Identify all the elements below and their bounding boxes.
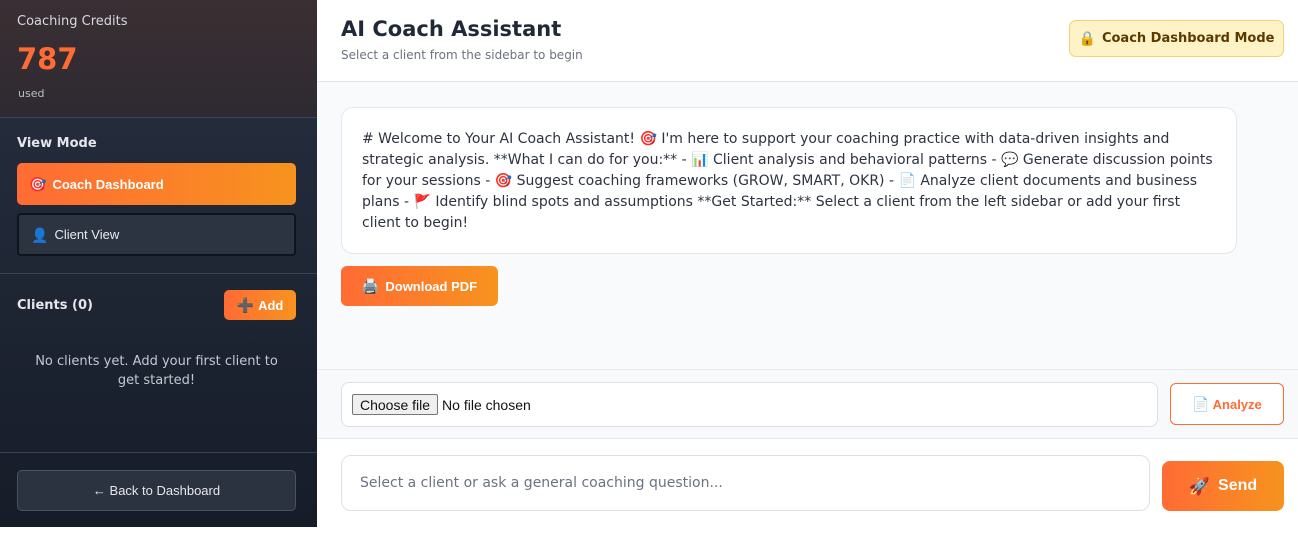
empty-clients-message: No clients yet. Add your first client to… — [35, 354, 278, 388]
analyze-label: Analyze — [1212, 396, 1262, 412]
sidebar-divider — [0, 452, 317, 453]
target-icon: 🎯 — [29, 176, 47, 192]
rocket-icon: 🚀 — [1188, 476, 1211, 496]
download-pdf-button[interactable]: 🖨️ Download PDF — [341, 266, 498, 306]
coach-dashboard-button[interactable]: 🎯 Coach Dashboard — [17, 163, 296, 205]
view-mode-title: View Mode — [17, 136, 97, 151]
credits-panel: Coaching Credits 787 used — [0, 0, 317, 118]
sidebar-divider — [0, 273, 317, 274]
client-view-label: Client View — [54, 227, 120, 242]
credits-value: 787 — [17, 42, 78, 76]
page-title: AI Coach Assistant — [341, 17, 562, 41]
bottom-strip — [0, 527, 1298, 547]
download-pdf-label: Download PDF — [385, 278, 478, 294]
choose-file-button[interactable]: Choose file — [352, 394, 439, 415]
lock-icon: 🔒 — [1078, 30, 1096, 47]
mode-badge: 🔒 Coach Dashboard Mode — [1069, 20, 1284, 57]
header: AI Coach Assistant Select a client from … — [317, 0, 1298, 82]
file-status: No file chosen — [442, 396, 531, 413]
person-icon: 👤 — [31, 226, 49, 243]
add-client-label: Add — [258, 297, 284, 313]
file-upload-field[interactable]: Choose file No file chosen — [341, 382, 1158, 427]
sidebar: Coaching Credits 787 used View Mode 🎯 Co… — [0, 0, 317, 527]
client-view-button[interactable]: 👤 Client View — [17, 213, 296, 256]
document-icon: 📄 — [1192, 396, 1210, 412]
coach-dashboard-label: Coach Dashboard — [52, 176, 164, 192]
assistant-message: # Welcome to Your AI Coach Assistant! 🎯 … — [341, 107, 1237, 254]
clients-title: Clients (0) — [17, 298, 93, 313]
page-subtitle: Select a client from the sidebar to begi… — [341, 48, 583, 62]
plus-icon: ➕ — [236, 297, 255, 313]
analyze-button[interactable]: 📄 Analyze — [1170, 383, 1284, 425]
send-button[interactable]: 🚀 Send — [1162, 461, 1284, 511]
add-client-button[interactable]: ➕ Add — [224, 290, 296, 320]
send-label: Send — [1218, 477, 1258, 494]
mode-badge-label: Coach Dashboard Mode — [1101, 31, 1275, 46]
chat-input[interactable] — [341, 455, 1150, 511]
credits-sub: used — [18, 87, 45, 100]
printer-icon: 🖨️ — [361, 278, 380, 294]
credits-label: Coaching Credits — [17, 14, 128, 29]
back-to-dashboard-button[interactable]: ← Back to Dashboard — [17, 470, 296, 511]
assistant-message-text: # Welcome to Your AI Coach Assistant! 🎯 … — [362, 131, 1213, 231]
